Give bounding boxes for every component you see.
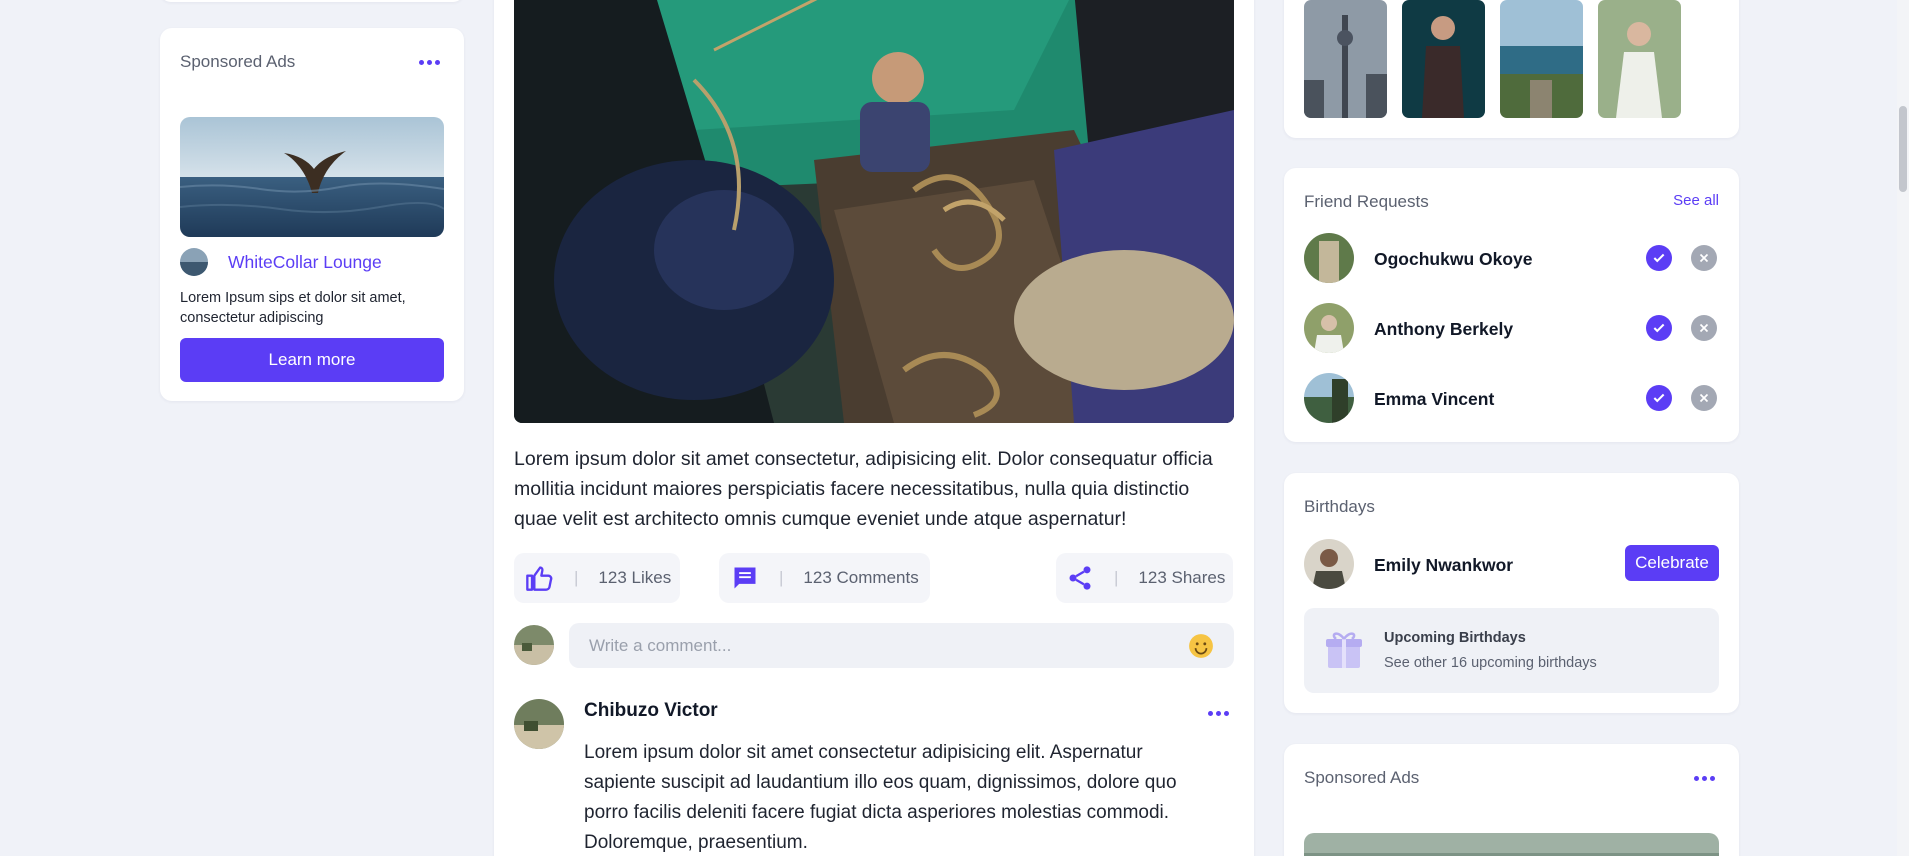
ad-image-whale[interactable] — [180, 117, 444, 237]
commenter-name[interactable]: Chibuzo Victor — [584, 700, 718, 722]
decline-button[interactable] — [1691, 245, 1717, 271]
left-top-card — [160, 0, 464, 2]
decline-button[interactable] — [1691, 315, 1717, 341]
gallery-thumb[interactable] — [1500, 0, 1583, 118]
separator: | — [779, 568, 784, 587]
more-dots-icon[interactable] — [1208, 711, 1229, 716]
separator: | — [1114, 568, 1119, 587]
birthdays-card: Birthdays Emily Nwankwor Celebrate Upcom… — [1284, 473, 1739, 713]
friend-requests-card: Friend Requests See all Ogochukwu Okoye … — [1284, 168, 1739, 442]
upcoming-birthdays-panel[interactable]: Upcoming Birthdays See other 16 upcoming… — [1304, 608, 1719, 693]
gallery-thumb[interactable] — [1402, 0, 1485, 118]
ad-image[interactable] — [1304, 833, 1719, 856]
comment-placeholder: Write a comment... — [589, 635, 732, 655]
celebrate-button[interactable]: Celebrate — [1625, 545, 1719, 581]
friend-name[interactable]: Emma Vincent — [1374, 389, 1494, 410]
left-sponsored-ad-card: Sponsored Ads WhiteCollar Lounge Lorem I… — [160, 28, 464, 401]
separator: | — [574, 568, 579, 587]
current-user-avatar — [514, 625, 554, 665]
post-text: Lorem ipsum dolor sit amet consectetur, … — [514, 448, 1213, 530]
like-button[interactable]: | 123 Likes — [514, 553, 680, 603]
friend-name[interactable]: Anthony Berkely — [1374, 319, 1513, 340]
birthday-person-avatar[interactable] — [1304, 539, 1354, 589]
gallery-thumb[interactable] — [1598, 0, 1681, 118]
friend-requests-title: Friend Requests — [1304, 192, 1429, 211]
comment-text: Lorem ipsum dolor sit amet consectetur a… — [584, 742, 1177, 853]
birthday-person-name[interactable]: Emily Nwankwor — [1374, 555, 1513, 576]
ad-description: Lorem Ipsum sips et dolor sit amet, cons… — [180, 290, 406, 326]
shares-count: 123 Shares — [1138, 568, 1226, 587]
friend-avatar[interactable] — [1304, 303, 1354, 353]
more-dots-icon[interactable] — [1694, 776, 1715, 781]
more-dots-icon[interactable] — [419, 60, 440, 65]
see-all-link[interactable]: See all — [1673, 192, 1719, 209]
comment-icon — [731, 564, 759, 592]
birthdays-title: Birthdays — [1304, 497, 1375, 516]
sponsored-ads-title: Sponsored Ads — [180, 52, 296, 71]
comment-input[interactable]: Write a comment... — [569, 623, 1234, 668]
close-icon — [1699, 393, 1709, 403]
gift-icon — [1324, 628, 1364, 670]
share-button[interactable]: | 123 Shares — [1056, 553, 1233, 603]
advertiser-name-link[interactable]: WhiteCollar Lounge — [228, 252, 382, 273]
upcoming-birthdays-subtitle: See other 16 upcoming birthdays — [1384, 655, 1597, 671]
check-icon — [1653, 323, 1665, 333]
comment-button[interactable]: | 123 Comments — [719, 553, 930, 603]
friend-avatar[interactable] — [1304, 233, 1354, 283]
check-icon — [1653, 393, 1665, 403]
likes-count: 123 Likes — [598, 568, 672, 587]
accept-button[interactable] — [1646, 315, 1672, 341]
decline-button[interactable] — [1691, 385, 1717, 411]
share-icon — [1066, 564, 1094, 592]
smiley-icon[interactable] — [1188, 633, 1214, 659]
post-image[interactable] — [514, 0, 1234, 423]
thumbs-up-icon — [524, 564, 554, 592]
advertiser-avatar — [180, 248, 208, 276]
close-icon — [1699, 253, 1709, 263]
learn-more-button[interactable]: Learn more — [180, 338, 444, 382]
friend-avatar[interactable] — [1304, 373, 1354, 423]
accept-button[interactable] — [1646, 385, 1672, 411]
right-sponsored-ad-card: Sponsored Ads — [1284, 744, 1739, 856]
gallery-thumb[interactable] — [1304, 0, 1387, 118]
comments-count: 123 Comments — [803, 568, 919, 587]
check-icon — [1653, 253, 1665, 263]
scrollbar-thumb[interactable] — [1899, 106, 1907, 192]
accept-button[interactable] — [1646, 245, 1672, 271]
friend-name[interactable]: Ogochukwu Okoye — [1374, 249, 1533, 270]
sponsored-ads-title: Sponsored Ads — [1304, 768, 1420, 787]
upcoming-birthdays-title: Upcoming Birthdays — [1384, 630, 1526, 646]
commenter-avatar — [514, 699, 564, 749]
photo-gallery-card — [1284, 0, 1739, 138]
close-icon — [1699, 323, 1709, 333]
